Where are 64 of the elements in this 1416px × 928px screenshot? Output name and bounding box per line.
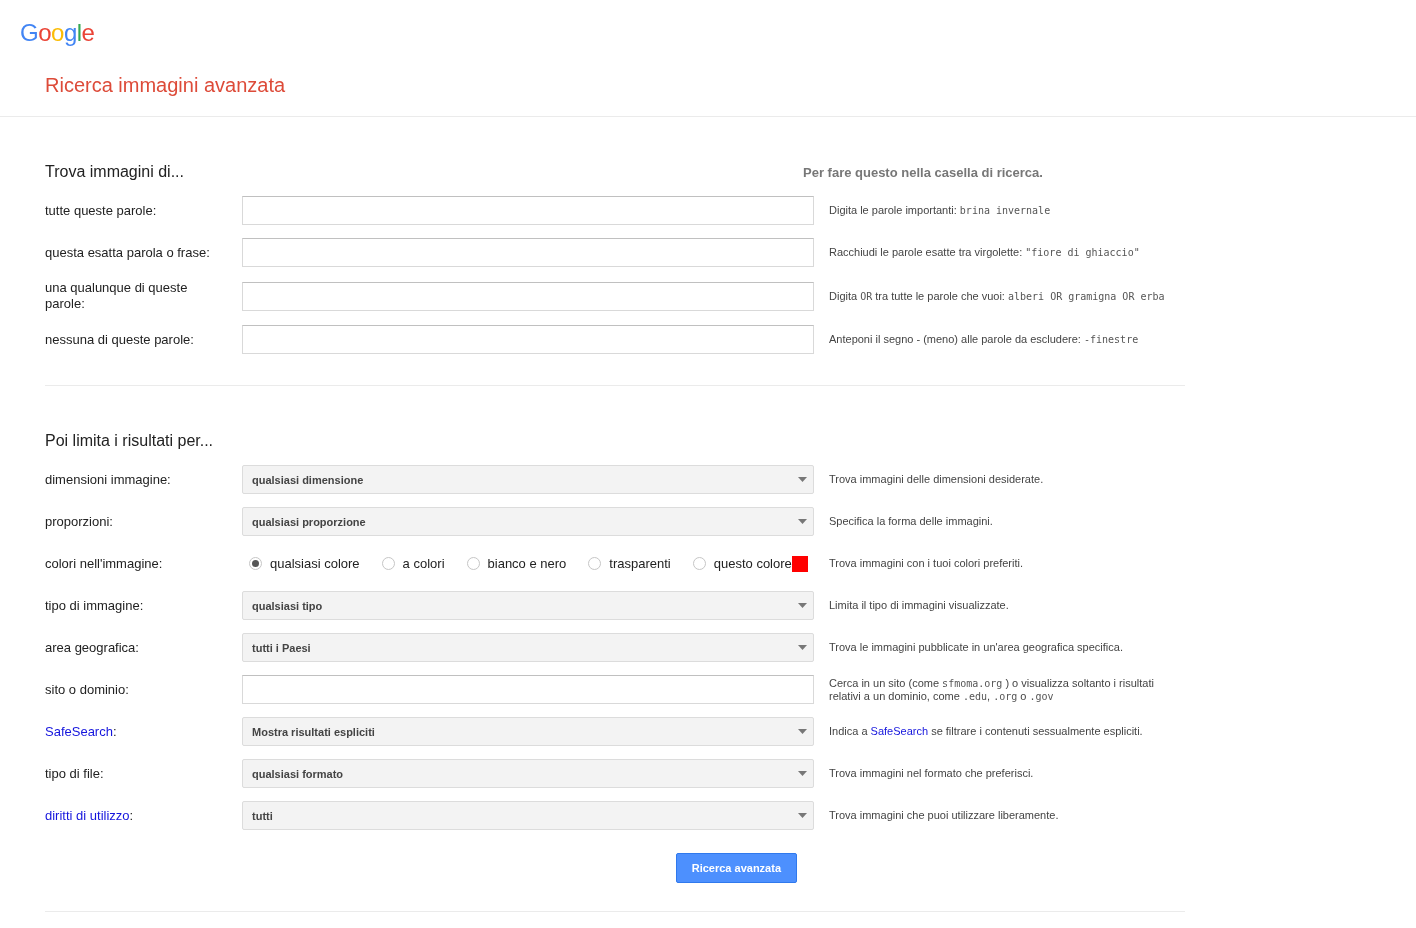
field-label: nessuna di queste parole: [45, 331, 195, 348]
color-swatch[interactable] [791, 555, 808, 572]
text-input-field[interactable] [242, 325, 814, 354]
dropdown-select[interactable]: qualsiasi dimensione [242, 465, 814, 494]
dropdown-select[interactable]: Mostra risultati espliciti [242, 717, 814, 746]
text-input-field[interactable] [242, 281, 814, 311]
caret-icon [798, 729, 807, 734]
caret-icon [798, 477, 807, 482]
text-input-field[interactable] [242, 238, 814, 267]
field-label: una qualunque di queste parole: [45, 280, 189, 312]
caret-icon [798, 771, 807, 776]
color-radio-option[interactable]: questo colore [692, 555, 808, 572]
field-label: dimensioni immagine: [45, 471, 172, 488]
field-hint: Trova immagini che puoi utilizzare liberamente. [829, 809, 1059, 822]
field-hint: Indica a SafeSearch se filtrare i contenuti sessualmente espliciti. [829, 725, 1143, 738]
field-hint: Trova le immagini pubblicate in un'area geografica specifica. [829, 641, 1123, 654]
field-label: SafeSearch: [45, 723, 118, 740]
field-label: proporzioni: [45, 513, 114, 530]
color-radio-option[interactable]: bianco e nero [466, 556, 567, 571]
field-label: area geografica: [45, 639, 140, 656]
radio-circle[interactable] [249, 557, 262, 570]
radio-circle[interactable] [466, 557, 480, 570]
label-link[interactable]: diritti di utilizzo [45, 807, 130, 823]
page-title: Ricerca immagini avanzata [45, 73, 286, 97]
text-input-field[interactable] [242, 196, 814, 225]
field-hint: Limita il tipo di immagini visualizzate. [829, 599, 1009, 612]
color-radio-option[interactable]: a colori [381, 556, 445, 571]
caret-icon [798, 519, 807, 524]
dropdown-select[interactable]: qualsiasi formato [242, 759, 814, 788]
field-hint: Trova immagini con i tuoi colori preferiti. [829, 557, 1023, 570]
dropdown-select[interactable]: qualsiasi proporzione [242, 507, 814, 536]
radio-circle[interactable] [381, 557, 395, 570]
field-label: colori nell'immagine: [45, 555, 164, 572]
dropdown-select[interactable]: tutti [242, 801, 814, 830]
field-hint: Digita OR tra tutte le parole che vuoi: alberi OR gramigna OR erba [829, 289, 1165, 303]
caret-icon [798, 603, 807, 608]
field-hint: Digita le parole importanti: brina invernale [829, 204, 1051, 217]
field-hint: Trova immagini nel formato che preferisci. [829, 767, 1034, 780]
dropdown-select[interactable]: qualsiasi tipo [242, 591, 814, 620]
caret-icon [798, 813, 807, 818]
radio-circle[interactable] [692, 557, 706, 570]
color-radio-option[interactable]: trasparenti [588, 556, 671, 571]
field-hint: Specifica la forma delle immagini. [829, 515, 993, 528]
dropdown-select[interactable]: tutti i Paesi [242, 633, 814, 662]
field-hint: Anteponi il segno - (meno) alle parole da escludere: -finestre [829, 333, 1139, 346]
field-label: sito o dominio: [45, 681, 130, 698]
field-label: questa esatta parola o frase: [45, 244, 211, 261]
field-label: tipo di file: [45, 765, 105, 782]
label-link[interactable]: SafeSearch [45, 723, 113, 739]
section-heading: Poi limita i risultati per... [45, 431, 214, 451]
text-input-field[interactable] [242, 675, 814, 704]
field-label: tipo di immagine: [45, 597, 145, 614]
field-label: tutte queste parole: [45, 202, 158, 219]
field-hint: Cerca in un sito (come sfmoma.org ) o visualizza soltanto i risultati relativi a un dominio, come .edu, .org o .gov [829, 676, 1155, 703]
field-hint: Trova immagini delle dimensioni desiderate. [829, 473, 1044, 486]
color-radio-option[interactable]: qualsiasi colore [249, 556, 360, 571]
radio-circle[interactable] [588, 557, 602, 570]
hint-link[interactable]: SafeSearch [870, 725, 929, 737]
section-heading: Trova immagini di... [45, 162, 184, 182]
google-logo[interactable]: Google [20, 20, 95, 46]
field-label: diritti di utilizzo: [45, 807, 135, 824]
caret-icon [798, 645, 807, 650]
field-hint: Racchiudi le parole esatte tra virgolette: "fiore di ghiaccio" [829, 246, 1140, 259]
column-heading: Per fare questo nella casella di ricerca. [803, 164, 1043, 180]
